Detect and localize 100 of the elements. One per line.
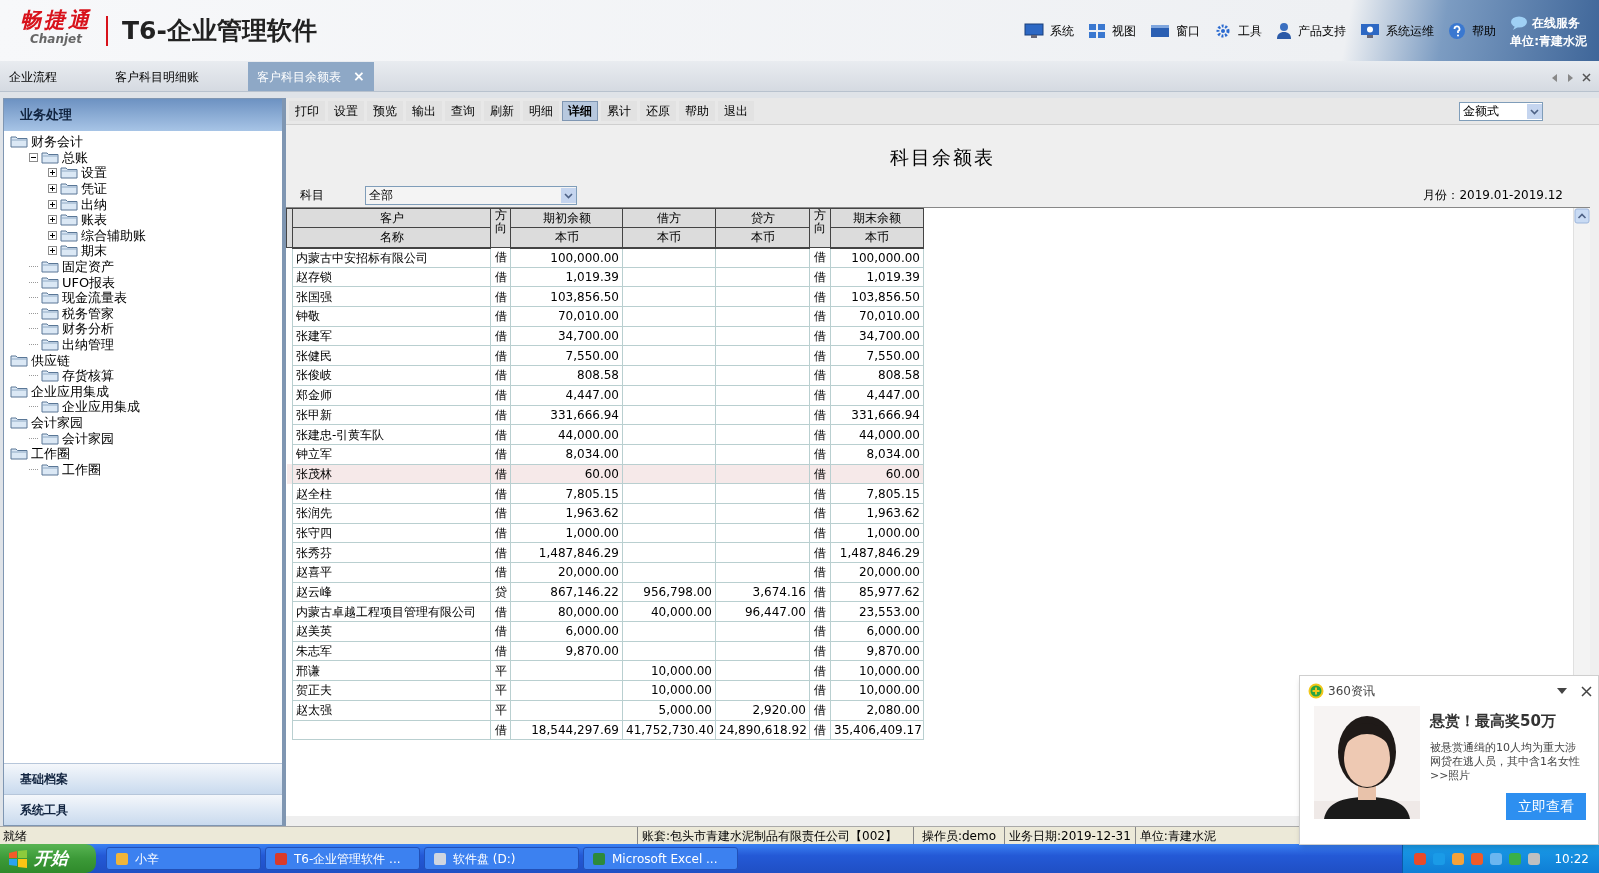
- tree-item[interactable]: 会计家园: [31, 416, 83, 429]
- tab[interactable]: 客户科目明细账: [106, 62, 208, 91]
- table-cell: 借: [814, 447, 826, 462]
- menu-button[interactable]: 系统: [1024, 21, 1075, 40]
- table-cell: 9,870.00: [866, 644, 920, 659]
- table-cell: 赵美英: [296, 624, 332, 639]
- folder-icon: [41, 431, 59, 445]
- tree-item[interactable]: 税务管家: [62, 306, 114, 320]
- menu-button[interactable]: 窗口: [1150, 21, 1201, 40]
- tree-item[interactable]: 财务会计: [31, 135, 83, 149]
- menu-button[interactable]: 产品支持: [1276, 21, 1347, 40]
- expand-icon[interactable]: [48, 168, 57, 178]
- menu-button[interactable]: 视图: [1088, 21, 1137, 40]
- tree-item[interactable]: 存货核算: [62, 369, 114, 383]
- table-cell: 10,000.00: [858, 683, 920, 698]
- tree-item[interactable]: 财务分析: [62, 322, 114, 336]
- tree-item[interactable]: 凭证: [81, 182, 107, 196]
- table-cell: 6,000.00: [866, 624, 920, 639]
- table-cell: 23,553.00: [858, 604, 920, 619]
- tree-item[interactable]: 企业应用集成: [62, 400, 140, 414]
- sidebar-section[interactable]: 系统工具: [4, 794, 282, 825]
- tree-item[interactable]: 现金流量表: [62, 291, 127, 305]
- sidebar-section[interactable]: 基础档案: [4, 763, 282, 794]
- table-cell: 借: [494, 250, 507, 265]
- table-cell: 1,000.00: [565, 525, 619, 540]
- tree-item[interactable]: 账表: [81, 213, 107, 227]
- table-cell: 100,000.00: [550, 250, 619, 265]
- toolbar-button[interactable]: 设置: [328, 101, 364, 121]
- tree-item[interactable]: 供应链: [31, 353, 70, 367]
- table-row[interactable]: 张茂林 借 60.00 借 60.00: [286, 464, 924, 484]
- collapse-icon[interactable]: [29, 152, 38, 162]
- format-select[interactable]: 金额式: [1459, 101, 1543, 121]
- table-cell: 1,963.62: [866, 506, 920, 521]
- expand-icon[interactable]: [48, 246, 57, 256]
- tree-item[interactable]: 出纳管理: [62, 338, 114, 351]
- toolbar-button[interactable]: 明细: [523, 101, 559, 121]
- table-row[interactable]: 内蒙古中安招标有限公司 借 100,000.00 借 100,000.00: [286, 247, 924, 268]
- tree-item[interactable]: 出纳: [81, 197, 107, 211]
- toolbar-button[interactable]: 还原: [640, 101, 676, 121]
- scroll-up-icon[interactable]: [1574, 208, 1590, 224]
- tree-item[interactable]: 固定资产: [62, 260, 114, 274]
- help-icon: [1448, 21, 1467, 40]
- table-cell: 24,890,618.92: [719, 722, 807, 737]
- folder-icon: [41, 260, 59, 274]
- product-name: T6-企业管理软件: [122, 18, 317, 43]
- subject-label: 科目: [300, 187, 325, 204]
- dropdown-icon[interactable]: [1557, 688, 1567, 694]
- table-cell: 借: [494, 486, 507, 501]
- toolbar-button[interactable]: 退出: [718, 101, 754, 121]
- table-cell: 借: [814, 250, 826, 265]
- menu-button[interactable]: 帮助: [1448, 21, 1497, 40]
- menu-button[interactable]: 系统运维: [1360, 21, 1435, 40]
- taskbar-button[interactable]: 软件盘 (D:): [424, 847, 579, 870]
- table-cell: 44,000.00: [858, 427, 920, 442]
- taskbar-button[interactable]: 小辛: [106, 847, 261, 870]
- tree-item[interactable]: 工作圈: [62, 462, 101, 476]
- table-cell: 借: [814, 722, 826, 737]
- table-cell: 借: [494, 309, 507, 324]
- tab-label: 客户科目明细账: [115, 68, 199, 86]
- expand-icon[interactable]: [48, 199, 57, 209]
- tree-item[interactable]: 会计家园: [62, 431, 114, 445]
- toolbar-button[interactable]: 累计: [601, 101, 637, 121]
- toolbar-button[interactable]: 预览: [367, 101, 403, 121]
- toolbar-button[interactable]: 打印: [289, 101, 325, 121]
- close-icon[interactable]: [1582, 73, 1591, 82]
- toolbar-button[interactable]: 刷新: [484, 101, 520, 121]
- status-text: 就绪: [2, 827, 27, 845]
- tree-item[interactable]: UFO报表: [62, 275, 116, 289]
- expand-icon[interactable]: [48, 184, 57, 194]
- scroll-right-icon[interactable]: [1567, 73, 1573, 82]
- table-cell: 张建军: [296, 329, 332, 344]
- taskbar-button[interactable]: Microsoft Excel ...: [583, 847, 738, 870]
- expand-icon[interactable]: [48, 215, 57, 225]
- table-row[interactable]: 赵全柱 借 7,805.15 借 7,805.15: [286, 483, 924, 504]
- table-row[interactable]: 钟立军 借 8,034.00 借 8,034.00: [286, 444, 924, 465]
- expand-icon[interactable]: [48, 230, 57, 240]
- tree-item[interactable]: 设置: [81, 166, 107, 180]
- toolbar-button[interactable]: 帮助: [679, 101, 715, 121]
- tree-item[interactable]: 总账: [62, 150, 88, 164]
- person-icon: [1276, 21, 1293, 40]
- brand-subtitle: Chanjet: [30, 33, 82, 45]
- tree-item[interactable]: 期末: [81, 244, 107, 258]
- tree-item[interactable]: 企业应用集成: [31, 384, 109, 398]
- table-cell: 20,000.00: [858, 565, 920, 580]
- toolbar-button[interactable]: 输出: [406, 101, 442, 121]
- menu-button[interactable]: 工具: [1214, 21, 1263, 40]
- table-cell: 借: [814, 506, 826, 521]
- brand-logo: 畅捷通: [20, 10, 92, 31]
- tree-item[interactable]: 工作圈: [31, 447, 70, 461]
- scroll-left-icon[interactable]: [1552, 73, 1558, 82]
- subject-select[interactable]: 全部: [365, 185, 577, 205]
- online-service-button[interactable]: 在线服务: [1510, 14, 1587, 32]
- table-cell: 借: [494, 604, 507, 619]
- toolbar-button[interactable]: 查询: [445, 101, 481, 121]
- table-cell: 60.00: [885, 466, 920, 481]
- toolbar-button[interactable]: 详细: [562, 101, 598, 121]
- tab[interactable]: 企业流程: [0, 62, 66, 91]
- close-icon[interactable]: [1581, 685, 1592, 697]
- taskbar-button[interactable]: T6-企业管理软件 ...: [265, 847, 420, 870]
- tree-item[interactable]: 综合辅助账: [81, 228, 146, 242]
